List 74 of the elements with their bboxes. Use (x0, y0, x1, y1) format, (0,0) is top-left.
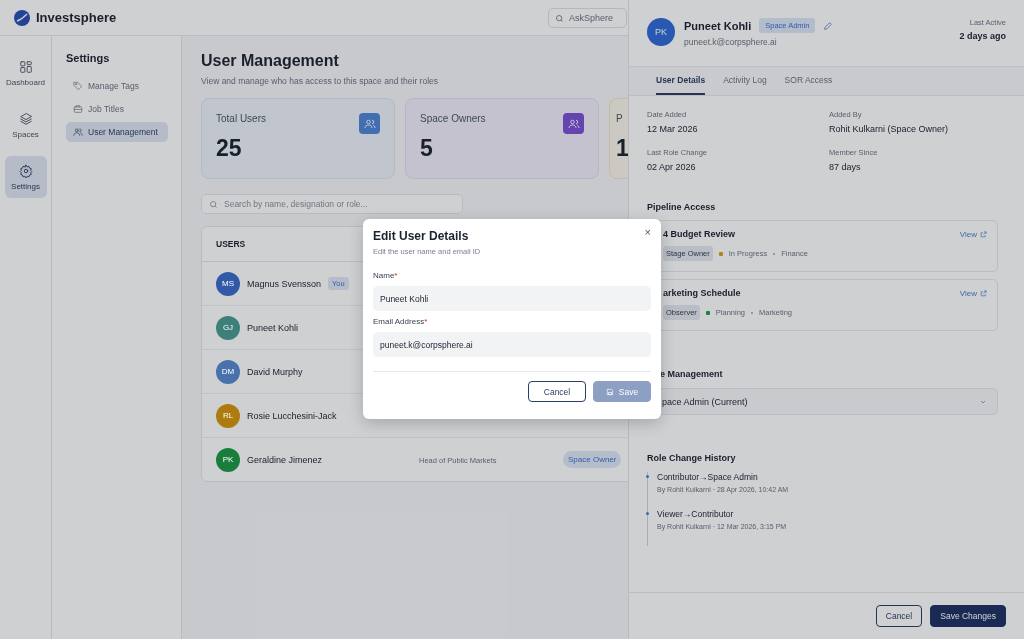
external-link-icon (980, 289, 987, 297)
user-avatar: PK (216, 447, 240, 472)
rail-item[interactable]: Dashboard (4, 52, 47, 94)
timeline-dot (646, 512, 649, 515)
cancel-button[interactable]: Cancel (528, 381, 586, 402)
stat-label: Space Owners (420, 113, 486, 124)
field-label: Name* (373, 271, 399, 280)
input-field[interactable]: puneet.k@corpsphere.ai (373, 332, 651, 357)
users-icon (359, 113, 380, 134)
view-link[interactable]: View (959, 229, 987, 239)
dashboard-icon (18, 59, 33, 74)
role-change: Contributor→Space Admin (657, 472, 759, 482)
field-value: 02 Apr 2026 (647, 162, 697, 172)
user-name: Puneet Kohli (247, 322, 299, 333)
search-icon (555, 13, 564, 23)
role-badge: Space Owner (563, 451, 622, 468)
settings-nav-item[interactable]: Manage Tags (66, 76, 168, 96)
user-avatar: GJ (216, 315, 240, 340)
field-value: 12 Mar 2026 (647, 124, 699, 134)
field-value: Rohit Kulkarni (Space Owner) (829, 124, 950, 134)
pipeline-name: arketing Schedule (663, 288, 741, 298)
user-avatar: DM (216, 359, 240, 384)
users-icon (563, 113, 584, 134)
settings-heading: Settings (66, 52, 111, 64)
role-change: Viewer→Contributor (657, 509, 735, 519)
pipeline-name: 4 Budget Review (663, 229, 736, 239)
tab[interactable]: Activity Log (723, 67, 767, 95)
timeline-dot (646, 475, 649, 478)
user-avatar: RL (216, 403, 240, 428)
field-label: Email Address* (373, 317, 429, 326)
cancel-button[interactable]: Cancel (875, 605, 923, 627)
section-heading: Pipeline Access (647, 202, 717, 212)
close-button[interactable]: × (644, 227, 651, 238)
settings-nav-item[interactable]: Job Titles (66, 99, 168, 119)
tag-icon (73, 81, 83, 91)
user-avatar: PK (647, 18, 675, 46)
briefcase-icon (73, 104, 83, 114)
user-email: puneet.k@corpsphere.ai (684, 37, 778, 47)
input-field[interactable]: Puneet Kohli (373, 286, 651, 311)
user-name: Geraldine Jimenez (247, 454, 323, 465)
field-value: 87 days (829, 162, 862, 172)
last-active-value: 2 days ago (959, 31, 1006, 41)
user-name: David Murphy (247, 366, 303, 377)
section-heading: Role Change History (647, 453, 737, 463)
stat-label: Total Users (216, 113, 266, 124)
save-changes-button[interactable]: Save Changes (930, 605, 1006, 627)
dialog-title: Edit User Details (373, 229, 469, 243)
user-name: Rosie Lucchesini-Jack (247, 410, 337, 421)
tab[interactable]: User Details (656, 67, 706, 95)
logo-icon (14, 9, 30, 26)
external-link-icon (980, 230, 987, 238)
settings-nav-item[interactable]: User Management (66, 122, 168, 142)
user-name: Magnus Svensson (247, 278, 322, 289)
stat-value: 5 (420, 135, 433, 162)
edit-icon[interactable] (823, 20, 834, 31)
rail-item[interactable]: Spaces (4, 104, 47, 146)
page-subtitle: View and manage who has access to this space and their roles (201, 76, 439, 86)
settings-icon (18, 163, 33, 178)
ask-search-field[interactable]: AskSphere (548, 8, 627, 28)
save-icon (605, 387, 614, 396)
column-header: USERS (216, 239, 246, 249)
stat-label: P (616, 113, 623, 124)
page-title: User Management (201, 52, 339, 70)
search-icon (209, 199, 218, 209)
user-avatar: MS (216, 271, 240, 296)
brand-name: Investsphere (36, 10, 117, 25)
rail-item[interactable]: Settings (4, 156, 47, 198)
layers-icon (18, 111, 33, 126)
stat-value: 1 (616, 135, 629, 162)
users-icon (73, 127, 83, 137)
user-name: Puneet Kohli (684, 19, 752, 32)
stat-value: 25 (216, 135, 242, 162)
view-link[interactable]: View (959, 288, 987, 298)
tab[interactable]: SOR Access (784, 67, 833, 95)
